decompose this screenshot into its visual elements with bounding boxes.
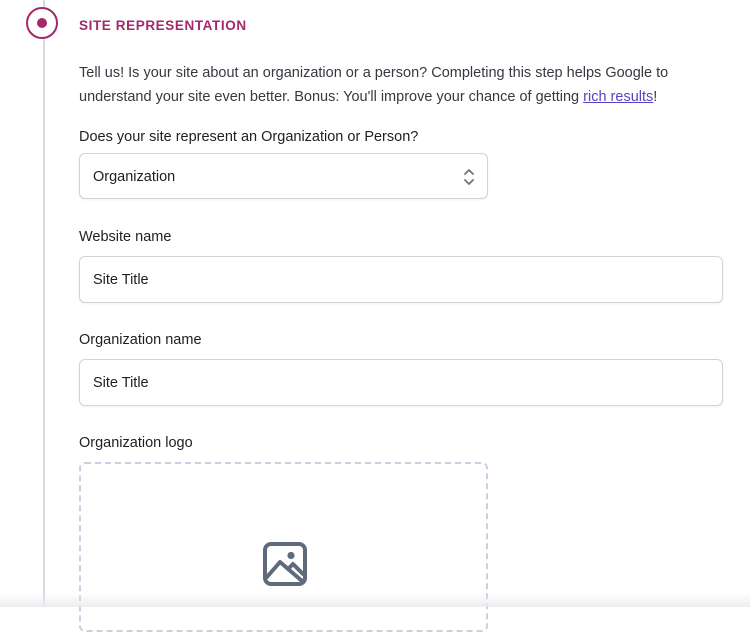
step-progress-line [43, 0, 45, 607]
step-indicator [26, 7, 58, 39]
bottom-scroll-fade [0, 593, 750, 607]
represent-select[interactable]: Organization [79, 153, 488, 199]
website-name-input[interactable] [79, 256, 723, 303]
step-indicator-dot [37, 18, 47, 28]
organization-name-input[interactable] [79, 359, 723, 406]
rich-results-link[interactable]: rich results [583, 89, 653, 105]
organization-logo-label: Organization logo [79, 435, 193, 451]
represent-select-value: Organization [93, 169, 176, 185]
image-icon [263, 542, 307, 586]
intro-text-after: ! [653, 89, 658, 105]
organization-name-label: Organization name [79, 332, 202, 348]
step-title: SITE REPRESENTATION [79, 18, 247, 33]
website-name-label: Website name [79, 229, 172, 245]
chevron-up-down-icon [464, 169, 474, 185]
represent-field-label: Does your site represent an Organization… [79, 129, 419, 145]
intro-text-before: Tell us! Is your site about an organizat… [79, 65, 669, 105]
intro-text: Tell us! Is your site about an organizat… [79, 61, 719, 109]
